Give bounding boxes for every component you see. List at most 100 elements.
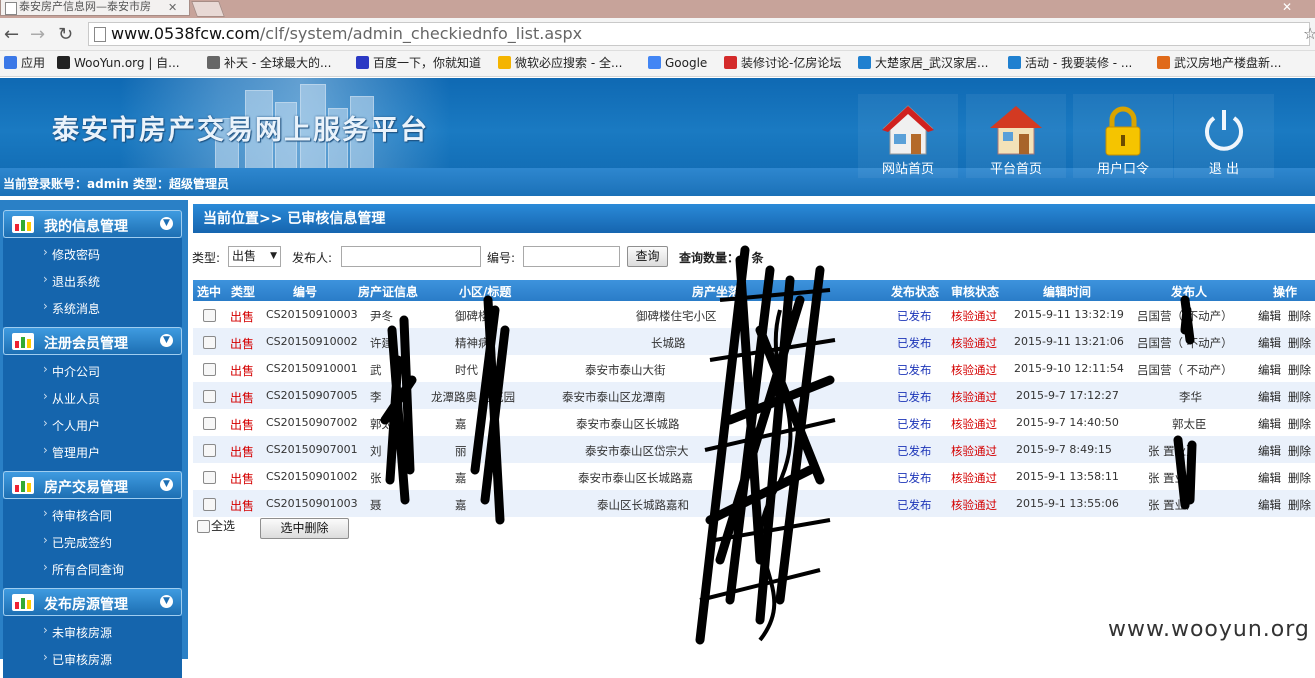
sidebar-section-header[interactable]: 房产交易管理 ▼ [3,471,182,499]
address-bar[interactable]: www.0538fcw.com/clf/system/admin_checkie… [88,22,1310,46]
delete-link[interactable]: 删除 [1288,470,1311,486]
row-publish-status[interactable]: 已发布 [897,416,932,432]
row-publish-status[interactable]: 已发布 [897,389,932,405]
row-audit-status[interactable]: 核验通过 [951,335,997,351]
row-publish-status[interactable]: 已发布 [897,443,932,459]
delete-link[interactable]: 删除 [1288,443,1311,459]
row-checkbox[interactable] [203,390,216,403]
row-audit-status[interactable]: 核验通过 [951,362,997,378]
sidebar-item[interactable]: 待审核合同 [43,506,112,524]
select-all-checkbox[interactable] [197,520,210,533]
delete-selected-button[interactable]: 选中删除 [260,518,349,539]
close-icon[interactable]: ✕ [168,1,177,14]
row-type: 出售 [230,310,255,324]
bookmark-item[interactable]: 微软必应搜索 - 全... [498,55,622,71]
sidebar-section-header[interactable]: 发布房源管理 ▼ [3,588,182,616]
delete-link[interactable]: 删除 [1288,416,1311,432]
row-audit-status[interactable]: 核验通过 [951,497,997,513]
new-tab-button[interactable] [191,1,225,17]
sidebar-item[interactable]: 管理用户 [43,443,100,461]
row-checkbox[interactable] [203,417,216,430]
back-arrow-icon[interactable]: ← [4,24,19,45]
bookmark-item[interactable]: 百度一下，你就知道 [356,55,481,71]
row-publish-status[interactable]: 已发布 [897,335,932,351]
platform-home-button[interactable]: 平台首页 [966,94,1066,178]
bookmark-item[interactable]: 应用 [4,55,45,71]
browser-tab[interactable]: 泰安房产信息网—泰安市房 [0,0,190,16]
user-password-label: 用户口令 [1096,162,1149,177]
chevron-down-icon[interactable]: ▼ [160,595,173,608]
forward-arrow-icon[interactable]: → [30,24,45,45]
query-button[interactable]: 查询 [627,246,668,267]
number-input[interactable] [523,246,620,267]
edit-link[interactable]: 编辑 [1258,443,1281,459]
row-publish-status[interactable]: 已发布 [897,497,932,513]
edit-link[interactable]: 编辑 [1258,416,1281,432]
sidebar-item[interactable]: 个人用户 [43,416,100,434]
row-audit-status[interactable]: 核验通过 [951,470,997,486]
delete-link[interactable]: 删除 [1288,335,1311,351]
type-select[interactable]: 出售 ▼ [228,246,281,267]
bookmark-item[interactable]: Google [648,55,707,71]
delete-link[interactable]: 删除 [1288,497,1311,513]
chevron-down-icon[interactable]: ▼ [160,217,173,230]
row-publish-status[interactable]: 已发布 [897,308,932,324]
delete-link[interactable]: 删除 [1288,308,1311,324]
row-publish-status[interactable]: 已发布 [897,362,932,378]
sidebar-item[interactable]: 退出系统 [43,272,100,290]
chevron-down-icon[interactable]: ▼ [160,334,173,347]
bookmark-label: Google [665,56,708,70]
edit-link[interactable]: 编辑 [1258,335,1281,351]
row-checkbox[interactable] [203,336,216,349]
row-audit-status[interactable]: 核验通过 [951,443,997,459]
publisher-input[interactable] [341,246,481,267]
row-checkbox[interactable] [203,444,216,457]
edit-link[interactable]: 编辑 [1258,362,1281,378]
bookmark-item[interactable]: 武汉房地产楼盘新... [1157,55,1281,71]
window-close-icon[interactable]: ✕ [1282,0,1293,14]
row-publish-status[interactable]: 已发布 [897,470,932,486]
publisher-label: 发布人: [292,251,333,265]
user-password-button[interactable]: 用户口令 [1073,94,1173,178]
row-location: 长城路 [651,336,686,350]
table-row [193,436,1315,463]
sidebar-item[interactable]: 系统消息 [43,299,100,317]
bookmark-item[interactable]: 活动 - 我要装修 - ... [1008,55,1132,71]
row-audit-status[interactable]: 核验通过 [951,308,997,324]
row-checkbox[interactable] [203,363,216,376]
sidebar-item[interactable]: 修改密码 [43,245,100,263]
row-publisher: 吕国营（ 不动产） [1137,363,1233,377]
sidebar-section-header[interactable]: 我的信息管理 ▼ [3,210,182,238]
delete-link[interactable]: 删除 [1288,362,1311,378]
bookmark-item[interactable]: 装修讨论-亿房论坛 [724,55,841,71]
edit-link[interactable]: 编辑 [1258,308,1281,324]
bookmark-item[interactable]: WooYun.org | 自... [57,55,180,71]
row-checkbox[interactable] [203,471,216,484]
row-audit-status[interactable]: 核验通过 [951,389,997,405]
row-title: 丽 [455,444,467,458]
bookmark-star-icon[interactable]: ☆ [1303,24,1315,43]
chevron-down-icon[interactable]: ▼ [160,478,173,491]
reload-icon[interactable]: ↻ [58,24,73,45]
sidebar-item[interactable]: 中介公司 [43,362,100,380]
bookmark-label: 装修讨论-亿房论坛 [741,56,842,70]
edit-link[interactable]: 编辑 [1258,389,1281,405]
row-checkbox[interactable] [203,498,216,511]
row-checkbox[interactable] [203,309,216,322]
leaf-icon [1157,56,1170,69]
site-home-button[interactable]: 网站首页 [858,94,958,178]
sidebar-item[interactable]: 已完成签约 [43,533,112,551]
delete-link[interactable]: 删除 [1288,389,1311,405]
row-cert: 尹冬 [370,309,393,323]
bookmark-item[interactable]: 补天 - 全球最大的... [207,55,331,71]
sidebar-section-header[interactable]: 注册会员管理 ▼ [3,327,182,355]
edit-link[interactable]: 编辑 [1258,497,1281,513]
edit-link[interactable]: 编辑 [1258,470,1281,486]
bookmark-item[interactable]: 大楚家居_武汉家居... [858,55,988,71]
logout-button[interactable]: 退 出 [1174,94,1274,178]
sidebar-item[interactable]: 从业人员 [43,389,100,407]
sidebar-item[interactable]: 已审核房源 [43,650,112,668]
sidebar-item[interactable]: 所有合同查询 [43,560,124,578]
row-audit-status[interactable]: 核验通过 [951,416,997,432]
sidebar-item[interactable]: 未审核房源 [43,623,112,641]
